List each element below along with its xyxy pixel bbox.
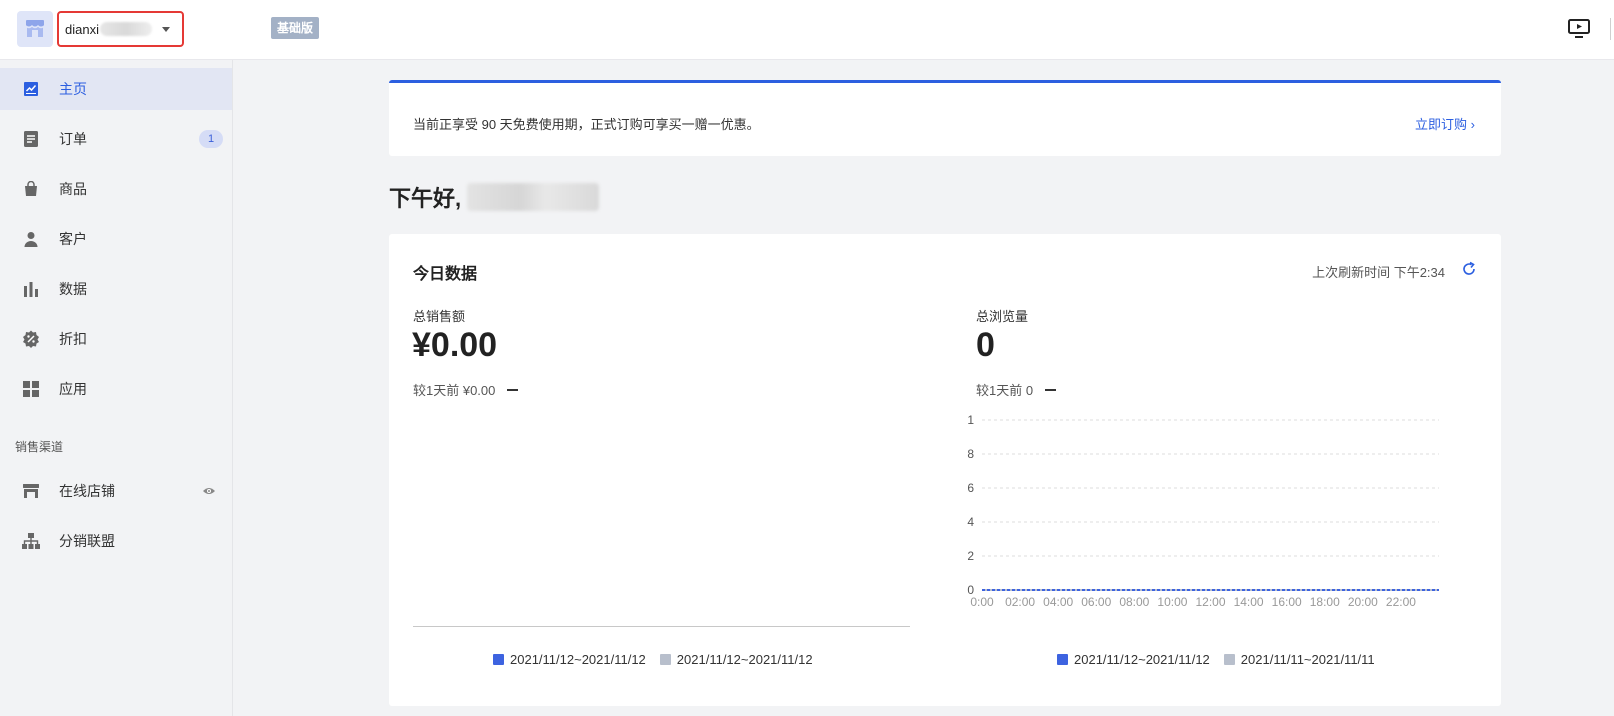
divider <box>1610 18 1611 40</box>
x-tick-label: 0:00 <box>970 595 994 609</box>
views-line-chart: 00.20.40.60.810:0002:0004:0006:0008:0010… <box>967 413 1439 609</box>
y-tick-label: 0.4 <box>967 515 974 529</box>
chart-line-icon <box>22 80 40 98</box>
views-compare: 较1天前 0 <box>976 380 1057 399</box>
last-refresh-time: 上次刷新时间 下午2:34 <box>1312 265 1445 280</box>
redacted-store-name <box>99 22 152 36</box>
sitemap-icon <box>22 532 40 550</box>
sidebar-item-label: 应用 <box>59 381 87 397</box>
legend-label: 2021/11/11~2021/11/11 <box>1240 652 1375 667</box>
plan-badge: 基础版 <box>271 17 320 39</box>
x-tick-label: 10:00 <box>1157 595 1187 609</box>
legend-swatch <box>493 654 504 665</box>
x-tick-label: 22:00 <box>1386 595 1416 609</box>
sidebar-item-label: 数据 <box>59 281 87 297</box>
sidebar-item-products[interactable]: 商品 <box>0 168 232 210</box>
sidebar-item-label: 折扣 <box>59 331 87 347</box>
y-tick-label: 0.8 <box>967 447 974 461</box>
subscribe-now-link[interactable]: 立即订购 › <box>1415 114 1475 133</box>
x-tick-label: 14:00 <box>1234 595 1264 609</box>
total-views-label: 总浏览量 <box>976 309 1029 324</box>
sales-compare: 较1天前 ¥0.00 <box>413 380 519 399</box>
trial-notice-banner: 当前正享受 90 天免费使用期，正式订购可享买一赠一优惠。 立即订购 › <box>389 80 1501 156</box>
legend-swatch <box>659 654 671 665</box>
order-count-badge: 1 <box>199 130 223 148</box>
legend-item[interactable]: 2021/11/11~2021/11/11 <box>1223 652 1375 667</box>
store-logo-graphic <box>25 20 45 37</box>
store-name: dianxi <box>65 21 99 37</box>
order-doc-icon <box>22 130 40 148</box>
eye-icon[interactable] <box>202 484 216 498</box>
sidebar-item-apps[interactable]: 应用 <box>0 368 232 410</box>
x-tick-label: 12:00 <box>1195 595 1225 609</box>
chevron-down-icon <box>162 27 170 32</box>
y-tick-label: 0.6 <box>967 481 974 495</box>
sidebar-item-label: 商品 <box>59 181 87 197</box>
legend-item[interactable]: 2021/11/12~2021/11/12 <box>493 652 646 667</box>
legend-item[interactable]: 2021/11/12~2021/11/12 <box>1057 652 1210 667</box>
total-sales-label: 总销售额 <box>413 309 466 324</box>
x-tick-label: 16:00 <box>1272 595 1302 609</box>
sidebar: 主页 订单 1 商品 客户 数据 折扣 应用 销售渠道 在线店铺 分销联盟 <box>0 60 233 716</box>
today-data-card: 今日数据 上次刷新时间 下午2:34 总销售额 ¥0.00 较1天前 ¥0.00… <box>389 234 1501 706</box>
legend-swatch <box>1223 654 1235 665</box>
sales-compare-text: 较1天前 ¥0.00 <box>413 383 496 398</box>
sidebar-item-label: 主页 <box>59 81 87 97</box>
legend-label: 2021/11/12~2021/11/12 <box>676 652 813 667</box>
sidebar-item-home[interactable]: 主页 <box>0 68 232 110</box>
sidebar-item-affiliate[interactable]: 分销联盟 <box>0 520 232 562</box>
sidebar-item-customers[interactable]: 客户 <box>0 218 232 260</box>
x-tick-label: 02:00 <box>1005 595 1035 609</box>
sidebar-item-data[interactable]: 数据 <box>0 268 232 310</box>
user-icon <box>22 230 40 248</box>
x-tick-label: 20:00 <box>1348 595 1378 609</box>
discount-icon <box>22 330 40 348</box>
monitor-play-icon[interactable] <box>1567 16 1591 40</box>
x-tick-label: 18:00 <box>1310 595 1340 609</box>
card-title: 今日数据 <box>413 266 478 283</box>
refresh-icon[interactable] <box>1461 261 1477 277</box>
legend-label: 2021/11/12~2021/11/12 <box>510 652 646 667</box>
sidebar-item-label: 在线店铺 <box>59 483 115 499</box>
total-sales-value: ¥0.00 <box>412 326 498 364</box>
sidebar-item-label: 客户 <box>59 231 87 247</box>
apps-grid-icon <box>22 380 40 398</box>
x-tick-label: 04:00 <box>1043 595 1073 609</box>
dash-icon <box>507 388 519 391</box>
greeting-text: 下午好, <box>389 186 462 211</box>
sales-chart-axis <box>413 626 910 627</box>
sidebar-item-online-store[interactable]: 在线店铺 <box>0 470 232 512</box>
store-selector[interactable]: dianxi <box>57 11 184 47</box>
sidebar-item-label: 分销联盟 <box>59 533 115 549</box>
storefront-icon <box>22 482 40 500</box>
sidebar-item-orders[interactable]: 订单 1 <box>0 118 232 160</box>
legend-swatch <box>1057 654 1068 665</box>
y-tick-label: 0.2 <box>967 549 974 563</box>
legend-label: 2021/11/12~2021/11/12 <box>1074 652 1210 667</box>
x-tick-label: 06:00 <box>1081 595 1111 609</box>
redacted-user-name <box>467 183 600 211</box>
trial-notice-text: 当前正享受 90 天免费使用期，正式订购可享买一赠一优惠。 <box>413 117 760 132</box>
x-tick-label: 08:00 <box>1119 595 1149 609</box>
dash-icon <box>1045 388 1057 391</box>
sidebar-item-label: 订单 <box>59 131 87 147</box>
store-icon[interactable] <box>17 11 53 47</box>
greeting: 下午好, <box>389 181 600 213</box>
shopping-bag-icon <box>22 180 40 198</box>
bar-chart-icon <box>22 280 40 298</box>
y-tick-label: 1 <box>967 413 974 427</box>
sales-channels-title: 销售渠道 <box>15 440 64 454</box>
sales-chart-legend: 2021/11/12~2021/11/12 2021/11/12~2021/11… <box>493 652 827 667</box>
views-chart-legend: 2021/11/12~2021/11/12 2021/11/11~2021/11… <box>1057 652 1389 667</box>
views-compare-text: 较1天前 0 <box>976 383 1034 398</box>
legend-item[interactable]: 2021/11/12~2021/11/12 <box>659 652 813 667</box>
total-views-value: 0 <box>976 326 995 364</box>
top-bar: dianxi 基础版 <box>0 0 1614 60</box>
sidebar-item-discounts[interactable]: 折扣 <box>0 318 232 360</box>
